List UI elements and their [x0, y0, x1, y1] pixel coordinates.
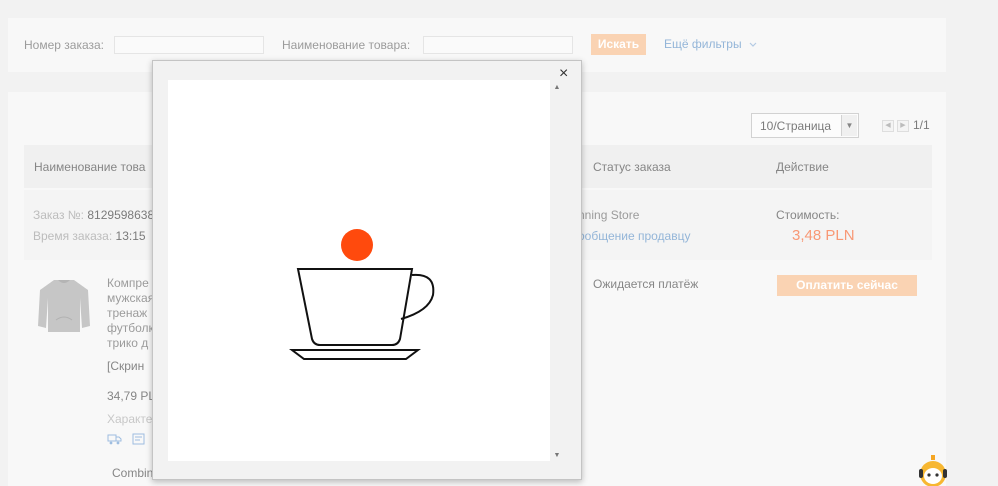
loading-modal: × ▲ ▼	[152, 60, 582, 480]
modal-scrollbar[interactable]: ▲ ▼	[551, 80, 563, 461]
loader-dot	[341, 229, 373, 261]
scroll-up-icon[interactable]: ▲	[551, 84, 563, 91]
coffee-cup-loader-icon	[289, 229, 435, 360]
assistant-bot-icon[interactable]	[918, 455, 948, 486]
scroll-down-icon[interactable]: ▼	[551, 452, 563, 459]
modal-content	[168, 80, 550, 461]
